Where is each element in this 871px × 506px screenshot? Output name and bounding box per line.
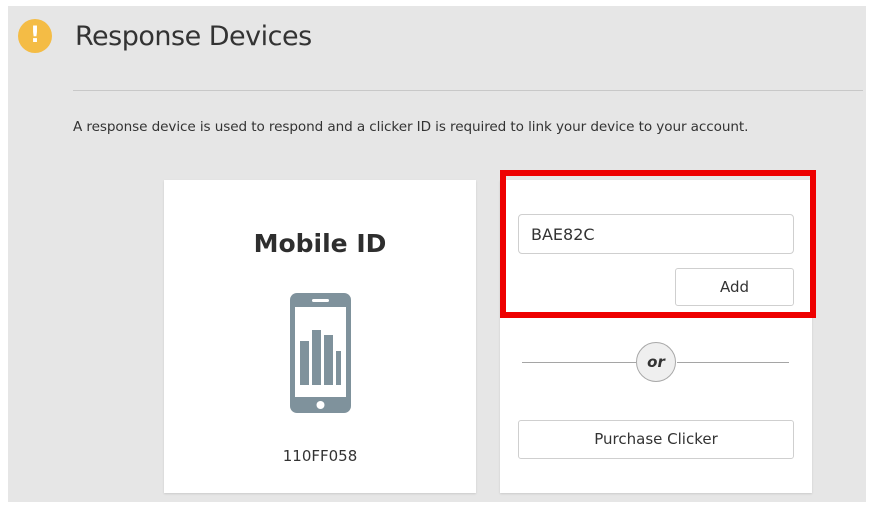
page-title: Response Devices (75, 21, 312, 52)
purchase-clicker-button[interactable]: Purchase Clicker (518, 420, 794, 459)
mobile-id-value: 110FF058 (282, 447, 358, 465)
description-text: A response device is used to respond and… (73, 119, 749, 135)
exclamation-icon: ! (18, 19, 52, 53)
or-separator: or (636, 342, 676, 382)
clicker-id-input[interactable] (518, 214, 794, 254)
add-button[interactable]: Add (675, 268, 794, 306)
separator-line-right (677, 362, 789, 363)
title-divider (73, 90, 863, 91)
separator-line-left (522, 362, 636, 363)
mobile-id-title: Mobile ID (253, 229, 387, 258)
phone-icon (290, 293, 351, 413)
